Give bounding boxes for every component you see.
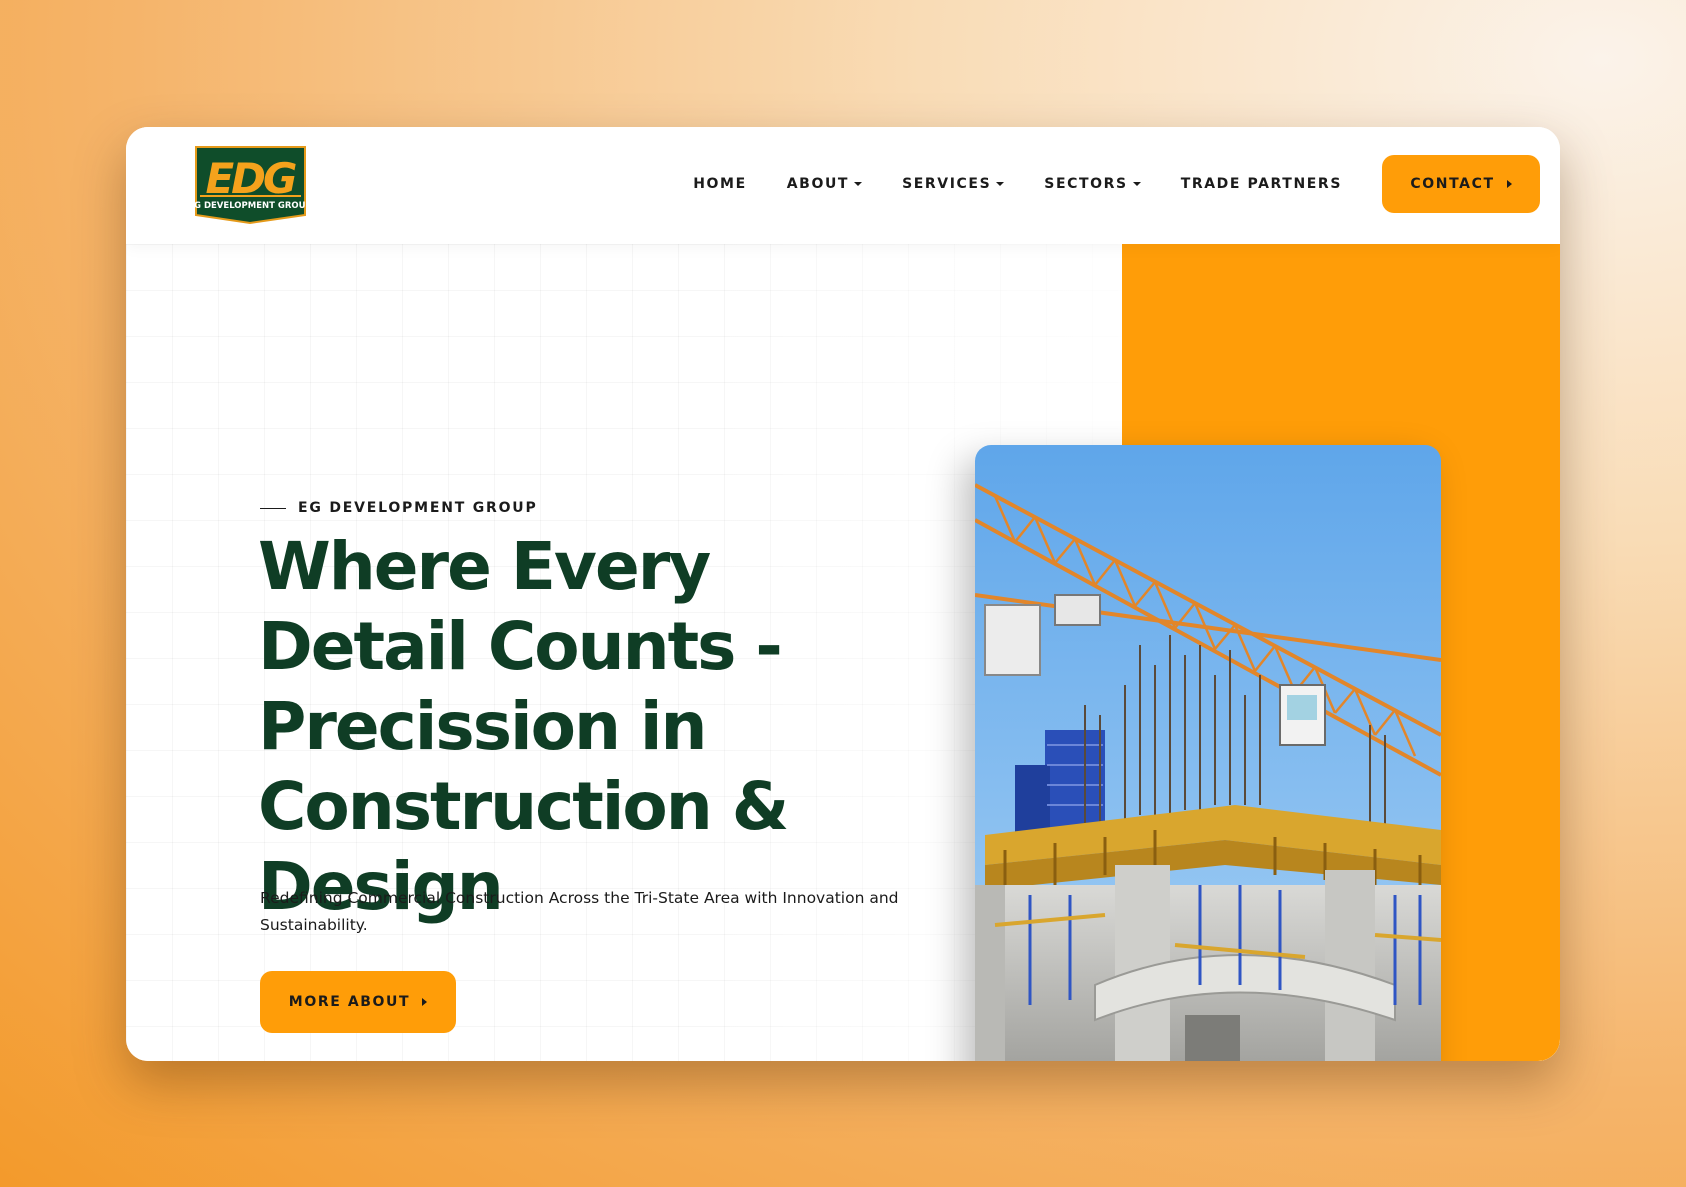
hero-subtext: Redefining Commercial Construction Acros… xyxy=(260,889,899,934)
nav-trade-partners-label: TRADE PARTNERS xyxy=(1180,176,1342,192)
nav-services[interactable]: SERVICES xyxy=(902,176,1005,192)
eyebrow-line xyxy=(260,507,286,509)
nav-services-label: SERVICES xyxy=(902,176,992,192)
eyebrow-text: EG DEVELOPMENT GROUP xyxy=(298,500,538,516)
logo-tagline: EG DEVELOPMENT GROUP xyxy=(188,201,312,211)
nav-about[interactable]: ABOUT xyxy=(786,176,863,192)
nav-home[interactable]: HOME xyxy=(693,176,747,192)
caret-down-icon xyxy=(854,182,863,186)
hero-eyebrow: EG DEVELOPMENT GROUP xyxy=(260,500,538,516)
nav-trade-partners[interactable]: TRADE PARTNERS xyxy=(1181,176,1342,192)
contact-button[interactable]: CONTACT xyxy=(1382,155,1540,213)
triangle-right-icon xyxy=(422,998,428,1006)
hero-headline: Where Every Detail Counts - Precission i… xyxy=(258,528,789,925)
nav-about-label: ABOUT xyxy=(786,176,850,192)
caret-down-icon xyxy=(996,182,1005,186)
more-about-label: MORE ABOUT xyxy=(288,994,411,1010)
more-about-button[interactable]: MORE ABOUT xyxy=(260,971,456,1033)
caret-down-icon xyxy=(1132,182,1141,186)
main-nav: HOME ABOUT SERVICES SECTORS TRADE PARTNE… xyxy=(693,155,1540,213)
website-card: EDG EG DEVELOPMENT GROUP HOME ABOUT SERV… xyxy=(126,127,1560,1061)
contact-button-label: CONTACT xyxy=(1410,176,1495,192)
hero-section: EG DEVELOPMENT GROUP Where Every Detail … xyxy=(126,244,1560,1061)
edg-logo[interactable]: EDG EG DEVELOPMENT GROUP xyxy=(188,145,313,225)
triangle-right-icon xyxy=(1506,180,1512,188)
site-header: EDG EG DEVELOPMENT GROUP HOME ABOUT SERV… xyxy=(126,127,1560,244)
construction-photo xyxy=(975,445,1441,1061)
nav-home-label: HOME xyxy=(693,176,747,192)
nav-sectors-label: SECTORS xyxy=(1044,176,1128,192)
nav-sectors[interactable]: SECTORS xyxy=(1044,176,1141,192)
